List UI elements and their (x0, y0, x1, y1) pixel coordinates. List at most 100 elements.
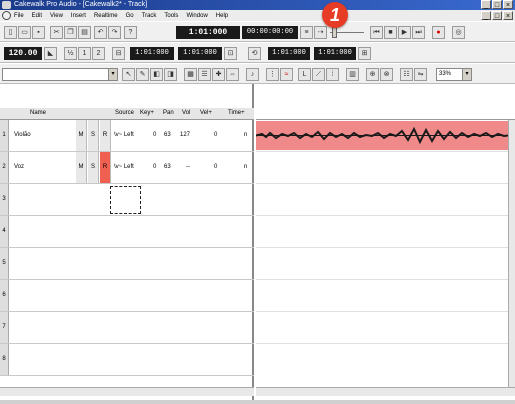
solo-button[interactable]: S (88, 120, 99, 151)
play-icon[interactable]: ▶ (398, 26, 411, 39)
track-source[interactable]: \v~ Left (114, 132, 134, 138)
clip-row-1[interactable] (255, 120, 515, 152)
zoom-dropdown[interactable]: 33% ▾ (436, 68, 472, 81)
chevron-down-icon[interactable]: ▾ (108, 69, 117, 80)
tempo-ratio-1-icon[interactable]: ½ (64, 47, 77, 60)
smpte-time-display[interactable]: 00:00:00:00 (242, 26, 298, 39)
tempo-ratio-3-icon[interactable]: 2 (92, 47, 105, 60)
menu-help[interactable]: Help (216, 13, 228, 19)
clip-row-6[interactable] (256, 280, 515, 312)
copy-icon[interactable]: ❐ (64, 26, 77, 39)
loop-icon[interactable]: ⟲ (248, 47, 261, 60)
menu-realtime[interactable]: Realtime (94, 13, 118, 19)
track-vel[interactable]: 0 (214, 132, 217, 138)
select-tool-icon[interactable]: ↖ (122, 68, 135, 81)
staff-view-icon[interactable]: ♪ (246, 68, 259, 81)
split-icon[interactable]: ✚ (212, 68, 225, 81)
cell-selection-box[interactable] (110, 186, 141, 214)
from-time-display[interactable]: 1:01:000 (130, 47, 174, 60)
clip-row-2[interactable] (256, 152, 515, 184)
rewind-to-start-icon[interactable]: ⏮ (370, 26, 383, 39)
menu-track[interactable]: Track (142, 13, 157, 19)
cakewalk-app-icon[interactable] (2, 1, 11, 9)
track-vol[interactable]: -- (186, 164, 190, 170)
track-time[interactable]: n (244, 164, 247, 170)
mute-button[interactable]: M (76, 120, 87, 151)
track-pane-horizontal-scrollbar[interactable] (0, 387, 254, 396)
col-pan[interactable]: Pan (163, 110, 174, 116)
close-button[interactable]: × (503, 0, 513, 9)
track-name[interactable]: Voz (14, 164, 24, 170)
record-icon[interactable]: ● (432, 26, 445, 39)
lyrics-icon[interactable]: L (298, 68, 311, 81)
track-row-5[interactable]: 5 (0, 248, 254, 280)
clip-row-7[interactable] (256, 312, 515, 344)
panic-icon[interactable]: ◎ (452, 26, 465, 39)
doc-minimize-button[interactable]: _ (481, 11, 491, 20)
expand-icon[interactable]: ⇔ (226, 68, 239, 81)
menu-view[interactable]: View (50, 13, 63, 19)
tempo-ratio-2-icon[interactable]: 1 (78, 47, 91, 60)
thru-time-display[interactable]: 1:01:000 (178, 47, 222, 60)
track-vol[interactable]: 127 (180, 132, 190, 138)
track-name[interactable]: Violão (14, 132, 31, 138)
help-icon[interactable]: ? (124, 26, 137, 39)
track-source[interactable]: \v~ Left (114, 164, 134, 170)
col-vol[interactable]: Vol (182, 110, 190, 116)
now-slider-thumb[interactable] (332, 27, 337, 38)
track-row-8[interactable]: 8 (0, 344, 254, 376)
col-name[interactable]: Name (30, 110, 46, 116)
audio-wave-icon[interactable]: ≈ (280, 68, 293, 81)
midi-icon[interactable]: ⇋ (414, 68, 427, 81)
list-view-icon[interactable]: ☰ (198, 68, 211, 81)
snap-icon[interactable]: ⊟ (112, 47, 125, 60)
piano-roll-icon[interactable]: ▥ (346, 68, 359, 81)
goto-icon[interactable]: ⇢ (314, 26, 327, 39)
doc-restore-button[interactable]: □ (492, 11, 502, 20)
undo-icon[interactable]: ↶ (94, 26, 107, 39)
time-ruler[interactable] (256, 108, 515, 120)
menu-go[interactable]: Go (126, 13, 134, 19)
paste-icon[interactable]: ▤ (78, 26, 91, 39)
loop-set-icon[interactable]: ⊞ (358, 47, 371, 60)
track-row-4[interactable]: 4 (0, 216, 254, 248)
menu-tools[interactable]: Tools (164, 13, 178, 19)
col-vel[interactable]: Vel+ (200, 110, 212, 116)
tempo-display[interactable]: 120.00 (4, 47, 42, 60)
open-folder-icon[interactable]: ▭ (18, 26, 31, 39)
track-pan[interactable]: 63 (164, 164, 171, 170)
menu-insert[interactable]: Insert (71, 13, 86, 19)
fast-forward-to-end-icon[interactable]: ⏭ (412, 26, 425, 39)
save-icon[interactable]: ▪ (32, 26, 45, 39)
sysx-icon[interactable]: ⊗ (380, 68, 393, 81)
loop-start-display[interactable]: 1:01:000 (268, 47, 310, 60)
menu-file[interactable]: File (14, 13, 24, 19)
doc-close-button[interactable]: × (503, 11, 513, 20)
now-time-display[interactable]: 1:01:000 (176, 26, 240, 39)
cut-icon[interactable]: ✂ (50, 26, 63, 39)
menu-edit[interactable]: Edit (32, 13, 42, 19)
mute-button[interactable]: M (76, 152, 87, 183)
track-key[interactable]: 0 (153, 132, 156, 138)
track-pan[interactable]: 63 (164, 132, 171, 138)
loop-end-display[interactable]: 1:01:000 (314, 47, 356, 60)
col-key[interactable]: Key+ (140, 110, 154, 116)
track-vel[interactable]: 0 (214, 164, 217, 170)
minimize-button[interactable]: _ (481, 0, 491, 9)
maximize-button[interactable]: □ (492, 0, 502, 9)
record-arm-button[interactable]: R (100, 152, 111, 183)
col-time[interactable]: Time+ (228, 110, 245, 116)
clips-horizontal-scrollbar[interactable] (256, 387, 515, 396)
selection-icon[interactable]: ⊡ (224, 47, 237, 60)
grid-icon[interactable]: ▦ (184, 68, 197, 81)
console-icon[interactable]: ⁞ (326, 68, 339, 81)
track-selector-dropdown[interactable]: ▾ (2, 68, 118, 81)
draw-tool-icon[interactable]: ✎ (136, 68, 149, 81)
track-key[interactable]: 0 (153, 164, 156, 170)
track-time[interactable]: n (244, 132, 247, 138)
track-row-3[interactable]: 3 (0, 184, 254, 216)
record-arm-button[interactable]: R (100, 120, 111, 151)
zoom-chevron-down-icon[interactable]: ▾ (462, 69, 471, 80)
track-row-6[interactable]: 6 (0, 280, 254, 312)
clip-row-4[interactable] (256, 216, 515, 248)
